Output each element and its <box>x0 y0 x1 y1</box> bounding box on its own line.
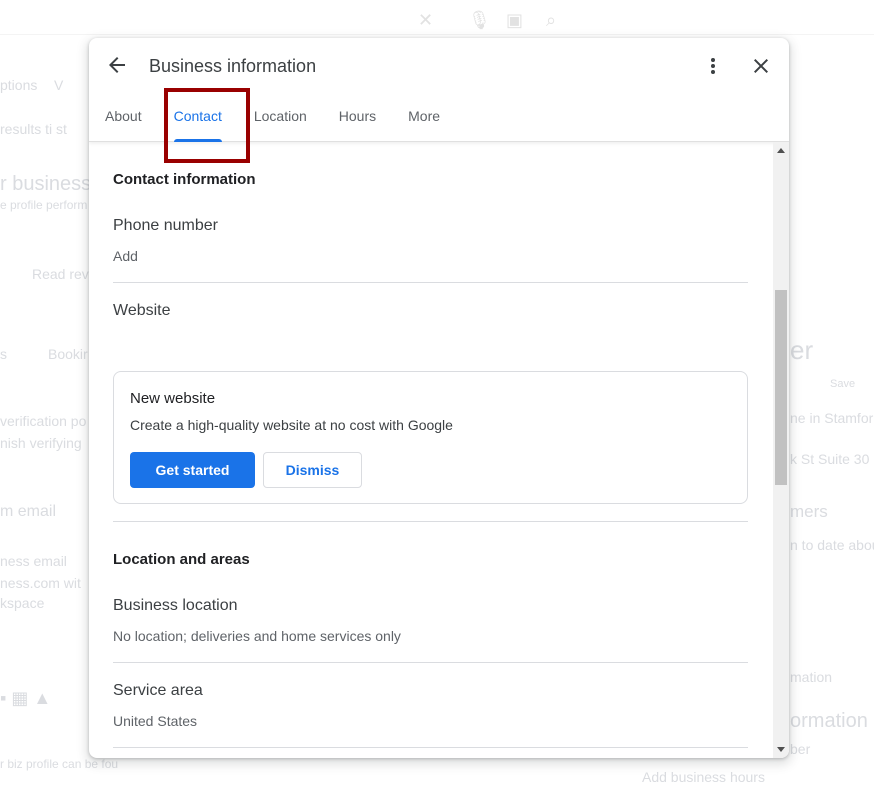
bg-text: ptions <box>0 77 38 93</box>
bg-text: Add business hours <box>642 769 765 785</box>
bg-text: ness email <box>0 553 67 569</box>
dismiss-button[interactable]: Dismiss <box>263 452 362 488</box>
more-options-button[interactable] <box>701 54 725 78</box>
tab-hours[interactable]: Hours <box>323 100 392 142</box>
new-website-card: New website Create a high-quality websit… <box>113 371 748 504</box>
bg-text: ne in Stamfor <box>790 410 874 426</box>
background-top-bar <box>0 34 874 35</box>
phone-number-label[interactable]: Phone number <box>113 217 218 235</box>
tab-about[interactable]: About <box>89 100 158 142</box>
content-scrollbar[interactable] <box>773 142 789 758</box>
bg-text: s <box>0 346 7 362</box>
bg-app-icons: ▪ ▦ ▲ <box>0 688 52 708</box>
bg-text: Bookir <box>48 346 88 362</box>
bg-text: kspace <box>0 595 45 611</box>
phone-number-add-link[interactable]: Add <box>113 248 138 264</box>
business-location-value[interactable]: No location; deliveries and home service… <box>113 628 401 644</box>
get-started-button[interactable]: Get started <box>130 452 255 488</box>
tab-bar: About Contact Location Hours More <box>89 100 456 142</box>
bg-text: ormation <box>790 710 868 732</box>
dialog-title: Business information <box>149 56 317 76</box>
bg-text: mation <box>790 669 833 685</box>
bg-text: r business <box>0 173 92 195</box>
bg-text: results ti st <box>0 121 67 137</box>
divider <box>113 747 748 748</box>
dialog-content: Contact information Phone number Add Web… <box>89 142 773 758</box>
tab-more[interactable]: More <box>392 100 456 142</box>
close-button[interactable] <box>749 54 773 78</box>
more-vert-icon <box>711 58 715 74</box>
divider <box>113 662 748 663</box>
bg-text: mers <box>790 502 828 521</box>
arrow-back-icon <box>109 57 125 73</box>
bg-text: V <box>54 77 64 93</box>
bg-text: e profile perform <box>0 198 88 212</box>
tab-location[interactable]: Location <box>238 100 323 142</box>
divider <box>113 521 748 522</box>
bg-text: ness.com wit <box>0 575 81 591</box>
bg-text: m email <box>0 503 57 520</box>
business-information-dialog: Business information About Contact Locat… <box>89 38 789 758</box>
microphone-icon: 🎙 <box>468 10 491 30</box>
new-website-description: Create a high-quality website at no cost… <box>130 417 453 433</box>
bg-text: r biz profile can be fou <box>0 757 119 771</box>
service-area-label[interactable]: Service area <box>113 682 203 700</box>
scroll-up-arrow-icon[interactable] <box>777 148 785 153</box>
business-location-label[interactable]: Business location <box>113 597 238 615</box>
search-icon: ⌕ <box>546 10 557 30</box>
bg-text: verification po <box>0 413 87 429</box>
camera-icon: ▣ <box>506 10 524 30</box>
scroll-down-arrow-icon[interactable] <box>777 747 785 752</box>
divider <box>113 282 748 283</box>
scrollbar-thumb[interactable] <box>775 290 787 485</box>
bg-text: Read rev <box>32 266 89 282</box>
bg-text: er <box>790 335 814 365</box>
clear-icon: ✕ <box>418 10 434 30</box>
bg-text: k St Suite 30 <box>790 451 870 467</box>
contact-information-heading: Contact information <box>113 171 256 188</box>
close-icon <box>754 59 768 73</box>
bg-text: n to date abou <box>790 537 874 553</box>
location-and-areas-heading: Location and areas <box>113 551 250 568</box>
bg-text: Save <box>830 378 856 390</box>
website-label[interactable]: Website <box>113 302 171 320</box>
tab-contact[interactable]: Contact <box>158 100 238 142</box>
new-website-title: New website <box>130 390 216 407</box>
dialog-header: Business information About Contact Locat… <box>89 38 789 142</box>
back-button[interactable] <box>105 53 129 77</box>
bg-text: nish verifying <box>0 435 82 451</box>
bg-text: ber <box>790 741 811 757</box>
service-area-value[interactable]: United States <box>113 713 197 729</box>
